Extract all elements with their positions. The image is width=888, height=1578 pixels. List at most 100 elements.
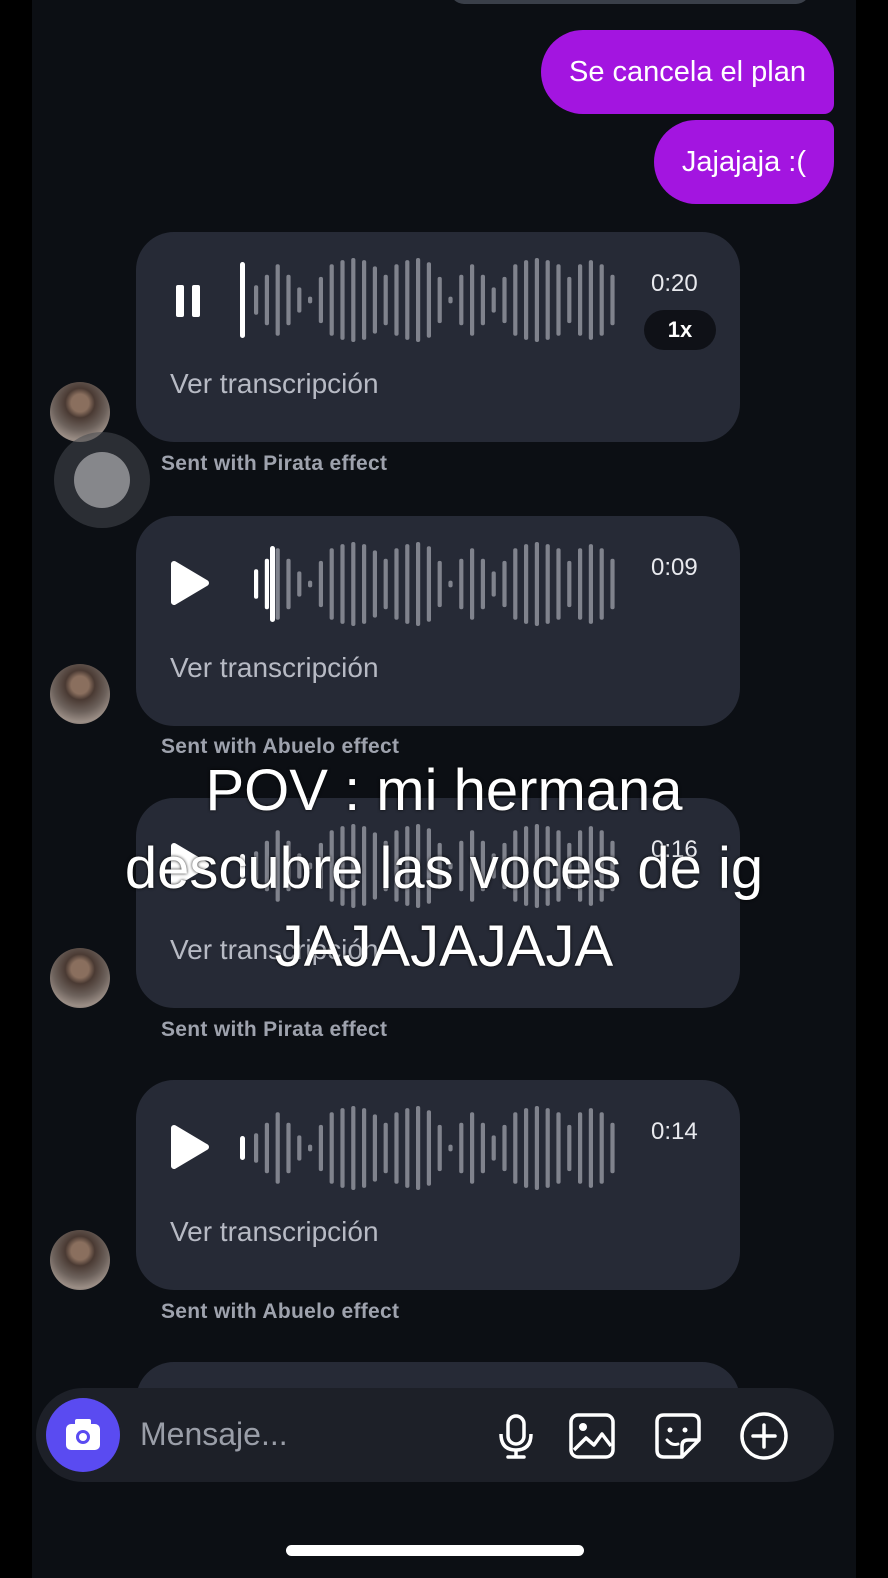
waveform-bar: [308, 1144, 313, 1152]
waveform-bar: [416, 1106, 421, 1190]
waveform-bar: [318, 1124, 323, 1172]
waveform-playhead[interactable]: [240, 262, 245, 338]
effect-label: Sent with Pirata effect: [161, 1018, 388, 1041]
waveform-bar: [459, 1122, 464, 1174]
waveform-bar: [383, 274, 388, 326]
waveform-bar: [297, 1135, 302, 1161]
waveform-bar: [470, 264, 475, 336]
waveform-bar: [588, 260, 593, 340]
message-composer: Mensaje...: [36, 1388, 834, 1482]
waveform-bar: [297, 571, 302, 597]
waveform[interactable]: [240, 538, 620, 630]
play-icon[interactable]: [164, 558, 214, 608]
waveform-bar: [556, 548, 561, 620]
message-input[interactable]: Mensaje...: [140, 1416, 288, 1453]
waveform-bar: [588, 1108, 593, 1188]
waveform-bar: [502, 276, 507, 324]
waveform-bar: [394, 264, 399, 336]
waveform-bar: [351, 258, 356, 342]
waveform-bar: [394, 1112, 399, 1184]
effect-label: Sent with Abuelo effect: [161, 1300, 400, 1323]
waveform-bar: [513, 548, 518, 620]
waveform-bar: [534, 1106, 539, 1190]
camera-button[interactable]: [46, 1398, 120, 1472]
outgoing-message[interactable]: Se cancela el plan: [541, 30, 834, 114]
pause-icon[interactable]: [176, 285, 200, 317]
view-transcription-link[interactable]: Ver transcripción: [170, 368, 379, 400]
waveform-bar: [405, 1108, 410, 1188]
waveform[interactable]: [240, 254, 620, 346]
assistive-touch-button[interactable]: [54, 432, 150, 528]
waveform-bar: [470, 1112, 475, 1184]
waveform-bar: [534, 258, 539, 342]
waveform-bar: [610, 1122, 615, 1174]
waveform-bar: [318, 276, 323, 324]
view-transcription-link[interactable]: Ver transcripción: [170, 1216, 379, 1248]
waveform[interactable]: [240, 1102, 620, 1194]
waveform-bar: [610, 274, 615, 326]
waveform-bar: [264, 1122, 269, 1174]
avatar[interactable]: [50, 1230, 110, 1290]
waveform-bar: [372, 550, 377, 618]
voice-duration: 0:20: [651, 270, 698, 297]
waveform-bar: [372, 1114, 377, 1182]
waveform-bar: [491, 571, 496, 597]
waveform-bar: [308, 580, 313, 588]
waveform-bar: [254, 569, 259, 599]
waveform-bar: [254, 285, 259, 315]
sticker-icon[interactable]: [652, 1410, 704, 1462]
waveform-bar: [416, 542, 421, 626]
playback-speed-button[interactable]: 1x: [644, 310, 716, 350]
waveform-bar: [264, 274, 269, 326]
voice-message-card[interactable]: 0:14 Ver transcripción: [136, 1080, 740, 1290]
waveform-bar: [383, 558, 388, 610]
plus-icon[interactable]: [738, 1410, 790, 1462]
waveform-bar: [405, 544, 410, 624]
waveform-bar: [459, 558, 464, 610]
play-icon[interactable]: [164, 1122, 214, 1172]
waveform-bar: [351, 542, 356, 626]
waveform-bar: [340, 544, 345, 624]
waveform-bar: [340, 1108, 345, 1188]
waveform-bar: [610, 558, 615, 610]
waveform-bar: [329, 548, 334, 620]
caption-line: POV : mi hermana: [205, 758, 683, 823]
waveform-bar: [297, 287, 302, 313]
waveform-bar: [351, 1106, 356, 1190]
waveform-bar: [470, 548, 475, 620]
caption-line: descubre las voces de ig: [124, 836, 764, 901]
waveform-bar: [286, 1122, 291, 1174]
voice-message-card[interactable]: 0:20 1x Ver transcripción: [136, 232, 740, 442]
waveform-bar: [405, 260, 410, 340]
waveform-bar: [286, 558, 291, 610]
voice-duration: 0:09: [651, 554, 698, 581]
waveform-playhead[interactable]: [270, 546, 275, 622]
outgoing-message[interactable]: Jajajaja :(: [653, 120, 834, 204]
waveform-bar: [567, 1124, 572, 1172]
waveform-bar: [480, 274, 485, 326]
waveform-bar: [567, 560, 572, 608]
waveform-bar: [491, 287, 496, 313]
microphone-icon[interactable]: [490, 1410, 542, 1462]
waveform-bar: [459, 274, 464, 326]
voice-message-card[interactable]: 0:09 Ver transcripción: [136, 516, 740, 726]
waveform-bar: [394, 548, 399, 620]
waveform-bar: [502, 1124, 507, 1172]
avatar[interactable]: [50, 664, 110, 724]
waveform-bar: [448, 296, 453, 304]
waveform-bar: [556, 1112, 561, 1184]
waveform-bar: [513, 1112, 518, 1184]
gallery-icon[interactable]: [566, 1410, 618, 1462]
waveform-bar: [480, 1122, 485, 1174]
waveform-bar: [416, 258, 421, 342]
waveform-bar: [513, 264, 518, 336]
waveform-bar: [524, 1108, 529, 1188]
waveform-bar: [329, 1112, 334, 1184]
waveform-bar: [264, 558, 269, 610]
waveform-bar: [275, 548, 280, 620]
home-indicator[interactable]: [286, 1545, 584, 1556]
view-transcription-link[interactable]: Ver transcripción: [170, 652, 379, 684]
caption-line: JAJAJAJAJA: [274, 914, 614, 979]
waveform-playhead[interactable]: [240, 1136, 245, 1160]
video-caption-overlay: POV : mi hermana descubre las voces de i…: [0, 752, 888, 986]
